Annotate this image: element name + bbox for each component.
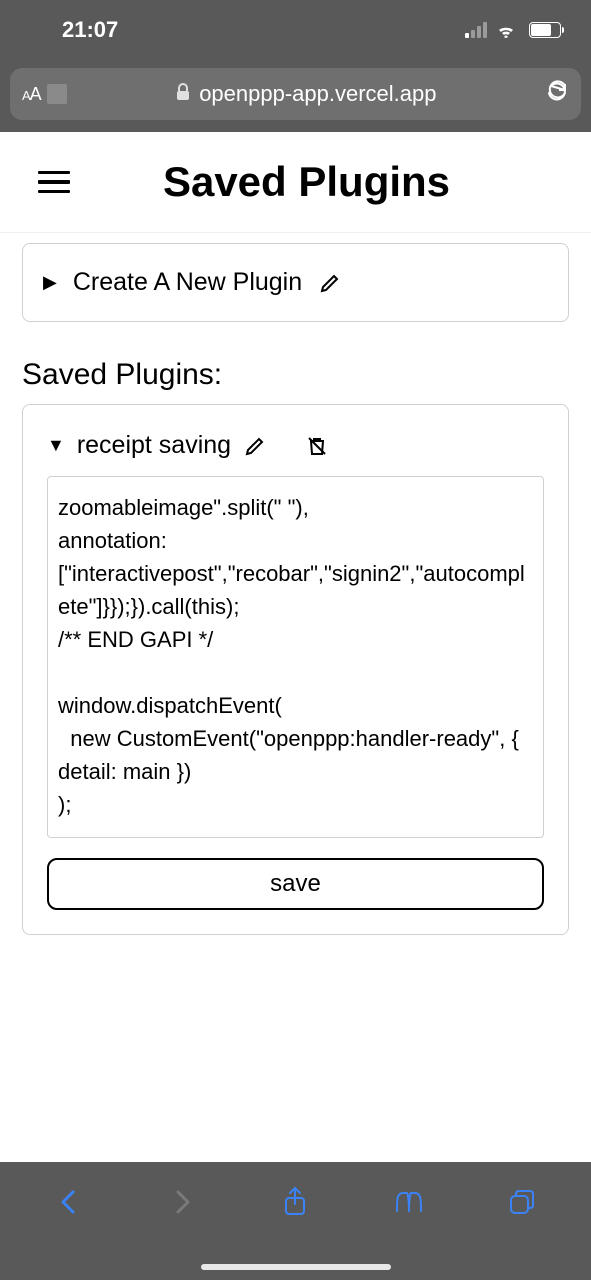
page-content: Saved Plugins ▶ Create A New Plugin Save… <box>0 132 591 935</box>
create-plugin-label: Create A New Plugin <box>73 268 302 297</box>
share-button[interactable] <box>275 1182 315 1222</box>
refresh-button[interactable] <box>545 80 569 109</box>
reader-controls[interactable]: AA <box>22 84 67 105</box>
url-text: openppp-app.vercel.app <box>199 81 436 107</box>
wifi-icon <box>495 22 517 38</box>
plugin-card-header[interactable]: ▼ receipt saving <box>47 431 544 460</box>
page-title: Saved Plugins <box>40 158 573 206</box>
save-button[interactable]: save <box>47 858 544 910</box>
status-time: 21:07 <box>62 17 118 43</box>
plugin-card: ▼ receipt saving zoomableimage".split(" … <box>22 404 569 935</box>
saved-plugins-heading: Saved Plugins: <box>22 358 569 392</box>
lock-icon <box>175 81 191 107</box>
battery-icon <box>529 22 561 38</box>
browser-toolbar <box>0 1162 591 1280</box>
create-plugin-panel[interactable]: ▶ Create A New Plugin <box>22 243 569 322</box>
plugin-code-editor[interactable]: zoomableimage".split(" "), annotation: [… <box>47 476 544 838</box>
pencil-icon[interactable] <box>243 434 267 458</box>
tabs-button[interactable] <box>502 1182 542 1222</box>
text-size-icon[interactable]: AA <box>22 84 41 105</box>
extensions-icon[interactable] <box>47 84 67 104</box>
home-indicator[interactable] <box>201 1264 391 1270</box>
app-header: Saved Plugins <box>0 132 591 233</box>
status-icons <box>465 22 561 38</box>
status-bar: 21:07 <box>0 0 591 60</box>
caret-down-icon: ▼ <box>47 435 65 456</box>
caret-right-icon: ▶ <box>43 272 57 293</box>
back-button[interactable] <box>49 1182 89 1222</box>
browser-chrome: AA openppp-app.vercel.app <box>0 60 591 132</box>
bookmarks-button[interactable] <box>389 1182 429 1222</box>
plugin-name: receipt saving <box>77 431 231 460</box>
pencil-icon[interactable] <box>318 271 342 295</box>
url-bar[interactable]: AA openppp-app.vercel.app <box>10 68 581 120</box>
url-display[interactable]: openppp-app.vercel.app <box>67 81 545 107</box>
forward-button <box>162 1182 202 1222</box>
trash-disabled-icon[interactable] <box>305 434 329 458</box>
cellular-signal-icon <box>465 22 487 38</box>
